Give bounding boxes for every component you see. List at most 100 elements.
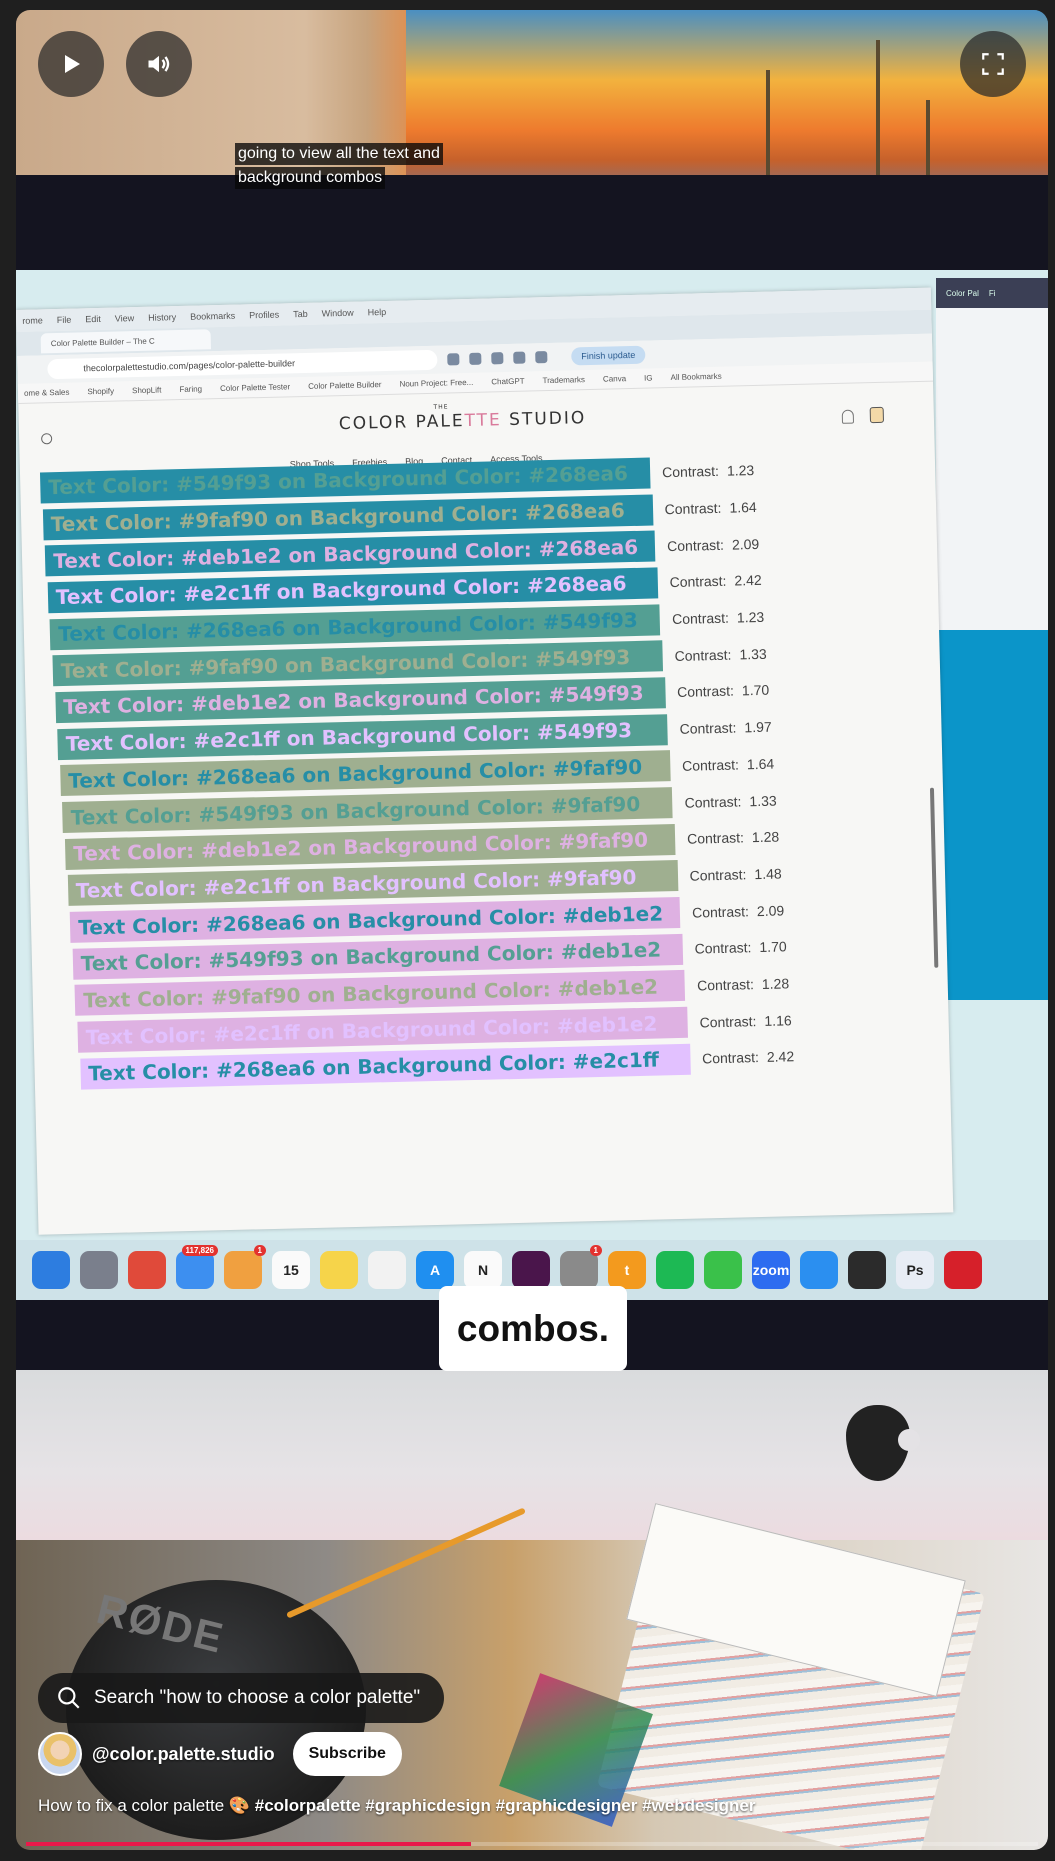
launchpad-icon xyxy=(80,1251,118,1289)
caption-overlay: going to view all the text and backgroun… xyxy=(235,143,443,189)
play-button[interactable] xyxy=(38,31,104,97)
volume-button[interactable] xyxy=(126,31,192,97)
messages-icon xyxy=(704,1251,742,1289)
contrast-label: Contrast: xyxy=(664,499,722,518)
side-tab: Fi xyxy=(988,288,996,298)
dock-icon-label: 15 xyxy=(283,1262,299,1278)
menu-item: Window xyxy=(321,307,354,319)
contrast-label: Contrast: xyxy=(689,866,747,884)
play-icon xyxy=(65,55,80,73)
contrast-readout: Contrast: 1.64 xyxy=(664,499,756,517)
menu-item: View xyxy=(114,313,135,324)
contrast-value: 1.23 xyxy=(726,462,755,480)
search-icon xyxy=(58,1687,80,1709)
progress-fill xyxy=(26,1842,472,1846)
contrast-readout: Contrast: 1.48 xyxy=(689,865,781,883)
menu-item: Edit xyxy=(85,313,101,325)
contrast-label: Contrast: xyxy=(694,939,752,957)
side-browser-window: Color Pal Fi xyxy=(936,278,1048,1000)
contrast-value: 1.64 xyxy=(729,498,757,516)
site-logo: THE COLOR PALETTE STUDIO xyxy=(338,403,587,435)
contrast-value: 1.64 xyxy=(746,755,775,773)
contrast-readout: Contrast: 1.23 xyxy=(662,462,754,480)
contrast-readout: Contrast: 1.23 xyxy=(672,609,764,627)
notification-badge: 1 xyxy=(253,1245,266,1256)
browser-window: rome File Edit View History Bookmarks Pr… xyxy=(16,287,954,1235)
dock-icon-label: t xyxy=(624,1262,630,1278)
menu-item: rome xyxy=(22,315,43,326)
contrast-label: Contrast: xyxy=(686,829,745,847)
bookmark: IG xyxy=(643,373,653,383)
contrast-label: Contrast: xyxy=(676,683,735,701)
contrast-label: Contrast: xyxy=(666,536,725,554)
menu-item: History xyxy=(148,312,177,323)
video-title[interactable]: How to fix a color palette 🎨 #colorpalet… xyxy=(38,1796,755,1816)
contrast-value: 1.33 xyxy=(749,792,777,809)
finish-update-button: Finish update xyxy=(571,345,646,366)
spotify-icon xyxy=(656,1251,694,1289)
contrast-label: Contrast: xyxy=(671,609,730,628)
menu-item: Help xyxy=(367,306,387,318)
avatar[interactable] xyxy=(38,1732,82,1776)
channel-handle[interactable]: @color.palette.studio xyxy=(92,1744,275,1765)
bookmark: Color Palette Builder xyxy=(308,380,382,391)
contrast-readout: Contrast: 1.33 xyxy=(674,646,766,664)
mail-icon: 117,826 xyxy=(176,1245,218,1289)
contrast-label: Contrast: xyxy=(674,646,732,664)
dock-icon-label: N xyxy=(477,1262,489,1278)
burned-in-caption: combos. xyxy=(439,1286,627,1371)
notes-icon xyxy=(320,1251,358,1289)
contrast-label: Contrast: xyxy=(661,463,720,481)
contrast-value: 2.42 xyxy=(734,572,762,589)
bookmark: All Bookmarks xyxy=(670,371,722,383)
contrast-label: Contrast: xyxy=(681,756,740,774)
subscribe-button[interactable]: Subscribe xyxy=(292,1732,402,1776)
extension-icon xyxy=(447,353,460,366)
side-blue-panel xyxy=(936,630,1048,1000)
contrast-value: 1.48 xyxy=(754,865,782,883)
menu-item: Tab xyxy=(293,308,308,320)
progress-bar[interactable] xyxy=(26,1842,1038,1846)
video-hashtags[interactable]: #colorpalette #graphicdesign #graphicdes… xyxy=(255,1796,756,1815)
contrast-value: 1.28 xyxy=(751,828,780,846)
caption-line: background combos xyxy=(235,167,386,189)
contrast-label: Contrast: xyxy=(691,902,750,921)
bookmark: Faring xyxy=(179,384,203,395)
contrast-readout: Contrast: 1.97 xyxy=(679,719,771,737)
contrast-value: 1.16 xyxy=(764,1011,792,1029)
contrast-label: Contrast: xyxy=(669,573,727,591)
extension-icon xyxy=(469,352,482,365)
related-search-pill[interactable]: Search "how to choose a color palette" xyxy=(38,1673,444,1723)
bookmark: Noun Project: Free... xyxy=(399,377,474,389)
safari-icon xyxy=(800,1251,838,1289)
bookmark: Shopify xyxy=(87,386,115,397)
dock-icon-label: zoom xyxy=(752,1262,790,1278)
site-search-icon xyxy=(41,433,53,445)
video-player[interactable]: Color Pal Fi rome File Edit View History… xyxy=(16,10,1048,1850)
menu-item: Profiles xyxy=(249,309,280,321)
bookmark: Canva xyxy=(602,374,627,384)
extension-icon xyxy=(491,352,504,365)
caption-line: going to view all the text and xyxy=(235,143,443,165)
search-pill-text: Search "how to choose a color palette" xyxy=(94,1687,421,1708)
contrast-label: Contrast: xyxy=(701,1049,760,1067)
fullscreen-button[interactable] xyxy=(960,31,1026,97)
contrast-value: 1.33 xyxy=(739,645,767,663)
calendar-icon: 15 xyxy=(272,1251,310,1289)
contrast-readout: Contrast: 1.16 xyxy=(699,1012,791,1030)
contrast-readout: Contrast: 2.09 xyxy=(692,902,784,920)
contrast-label: Contrast: xyxy=(684,792,742,811)
freeform-icon xyxy=(368,1251,406,1289)
contrast-label: Contrast: xyxy=(696,976,755,994)
contrast-readout: Contrast: 2.09 xyxy=(667,536,759,554)
contrast-label: Contrast: xyxy=(679,719,737,738)
contrast-value: 2.09 xyxy=(756,902,785,919)
contrast-value: 1.23 xyxy=(736,608,765,626)
contrast-readout: Contrast: 2.42 xyxy=(669,572,761,590)
photos-icon: 1 xyxy=(224,1245,266,1289)
bookmark: Trademarks xyxy=(542,375,586,386)
contrast-value: 1.28 xyxy=(761,975,790,992)
extension-icon xyxy=(513,351,526,364)
chrome-icon xyxy=(128,1251,166,1289)
zoom-icon: zoom xyxy=(752,1251,790,1289)
